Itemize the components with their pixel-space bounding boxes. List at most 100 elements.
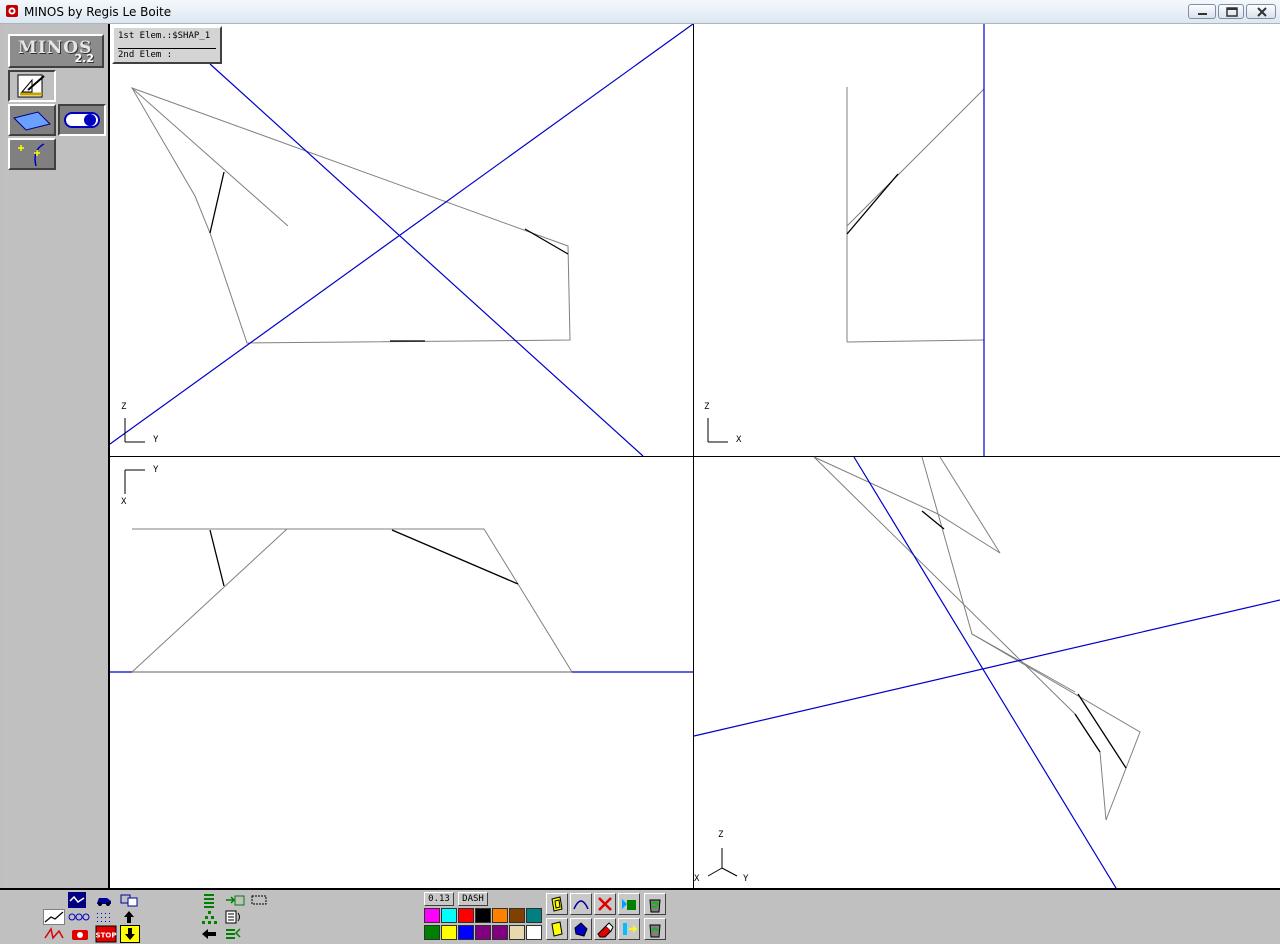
stop-icon: STOP — [95, 925, 117, 943]
down-arrow-button[interactable] — [120, 925, 140, 943]
color-swatch-orange[interactable] — [492, 908, 508, 923]
tree-button[interactable] — [200, 909, 218, 925]
axis-label-bl-y: Y — [153, 465, 159, 475]
recycle-button[interactable] — [644, 893, 666, 915]
car-button[interactable] — [95, 892, 113, 908]
color-swatch-brown[interactable] — [509, 908, 525, 923]
dots-button[interactable] — [95, 909, 113, 925]
app-icon[interactable] — [5, 4, 19, 18]
recycle-2-icon — [649, 924, 661, 938]
windows-icon — [120, 894, 138, 907]
wave-button[interactable] — [68, 892, 86, 908]
plane-tool-button[interactable] — [8, 104, 56, 136]
axis-label-br-y: Y — [743, 874, 749, 884]
recycle-icon — [649, 899, 661, 913]
line-style-button[interactable]: DASH — [458, 892, 488, 906]
up-arrow-button[interactable] — [120, 909, 138, 925]
element-info-box: 1st Elem.:$SHAP_1 2nd Elem : — [112, 26, 222, 64]
first-element-label: 1st Elem.: — [118, 31, 173, 41]
stack-button[interactable] — [200, 892, 218, 908]
trend-button[interactable] — [43, 909, 65, 925]
car-icon — [97, 898, 111, 906]
left-arrow-button[interactable] — [200, 926, 218, 942]
axis-label-br-x: X — [694, 874, 700, 884]
arc-button[interactable] — [570, 893, 592, 915]
down-arrow-icon — [125, 928, 135, 940]
view-bottom-right[interactable] — [693, 456, 1280, 888]
line-width-button[interactable]: 0.13 — [424, 892, 454, 906]
shape-wireframe-tr — [846, 87, 985, 343]
wave-icon — [69, 895, 85, 904]
dots-icon — [97, 913, 110, 922]
view-bottom-left[interactable] — [110, 469, 693, 673]
insert-button[interactable] — [618, 918, 640, 940]
close-button[interactable] — [1246, 4, 1276, 19]
viewport-area[interactable]: Z Y Z X Y X Z X Y — [110, 24, 1280, 888]
svg-text:STOP: STOP — [96, 932, 117, 940]
red-scribble-button[interactable] — [43, 926, 64, 942]
axis-label-br-z: Z — [718, 830, 724, 840]
shape-wireframe-bl — [131, 528, 573, 673]
logo-version: 2.2 — [74, 52, 95, 65]
minimize-button[interactable] — [1188, 4, 1216, 19]
camera-button[interactable] — [70, 926, 88, 942]
color-swatch-cyan[interactable] — [441, 908, 457, 923]
shape-edges-br — [921, 510, 1127, 769]
view-top-right[interactable] — [707, 24, 985, 456]
export-button[interactable] — [224, 892, 246, 908]
curve-points-button[interactable] — [8, 138, 56, 170]
blue-shape-button[interactable] — [570, 918, 592, 940]
tree-icon — [202, 911, 217, 924]
windows-button[interactable] — [120, 892, 138, 908]
plane-icon — [13, 111, 51, 131]
chain-button[interactable] — [68, 909, 90, 925]
camera-icon — [72, 930, 88, 940]
view-top-left[interactable] — [110, 24, 694, 457]
color-swatch-black[interactable] — [475, 908, 491, 923]
axis-triad-tr — [707, 418, 728, 443]
sketch-tool-button[interactable] — [8, 70, 56, 102]
stop-button[interactable]: STOP — [95, 925, 117, 943]
color-swatch-red[interactable] — [458, 908, 474, 923]
axis-label-tr-z: Z — [704, 402, 710, 412]
color-swatch-beige[interactable] — [509, 925, 525, 940]
frame-button[interactable] — [250, 892, 268, 908]
axis-label-tl-z: Z — [121, 402, 127, 412]
color-swatch-green[interactable] — [424, 925, 440, 940]
yellow-box-button[interactable] — [546, 893, 568, 915]
axis-triad-br — [707, 848, 738, 877]
chain-icon — [68, 913, 90, 921]
plane-lines-tl — [110, 24, 694, 457]
color-swatch-white[interactable] — [526, 925, 542, 940]
shape-wireframe-br — [813, 456, 1141, 821]
arc-icon — [573, 900, 589, 910]
title-bar: MINOS by Regis Le Boite — [0, 0, 1280, 24]
minos-logo: MINOS 2.2 — [8, 34, 104, 68]
import-icon — [226, 928, 241, 939]
eraser-button[interactable] — [594, 918, 616, 940]
recycle-2-button[interactable] — [644, 918, 666, 940]
toggle-tool-button[interactable] — [58, 104, 106, 136]
maximize-button[interactable] — [1218, 4, 1244, 19]
import-button[interactable] — [224, 926, 242, 942]
color-swatch-magenta[interactable] — [424, 908, 440, 923]
viewport-canvas[interactable] — [110, 24, 1280, 888]
list-button[interactable] — [224, 909, 242, 925]
axis-triad-bl — [124, 469, 145, 494]
eraser-icon — [597, 922, 614, 938]
yellow-box-icon — [551, 896, 563, 912]
plane-lines-br — [693, 456, 1280, 888]
color-swatch-yellow[interactable] — [441, 925, 457, 940]
second-element-line: 2nd Elem : — [118, 48, 216, 60]
shape-wireframe-tl — [130, 87, 571, 344]
delete-button[interactable] — [594, 893, 616, 915]
color-swatch-purple[interactable] — [475, 925, 491, 940]
color-swatch-violet[interactable] — [492, 925, 508, 940]
color-swatch-teal[interactable] — [526, 908, 542, 923]
yellow-box-2-button[interactable] — [546, 918, 568, 940]
delete-icon — [598, 897, 612, 911]
red-scribble-icon — [44, 927, 64, 940]
green-stack-icon — [622, 899, 636, 910]
green-stack-button[interactable] — [618, 893, 640, 915]
color-swatch-blue[interactable] — [458, 925, 474, 940]
